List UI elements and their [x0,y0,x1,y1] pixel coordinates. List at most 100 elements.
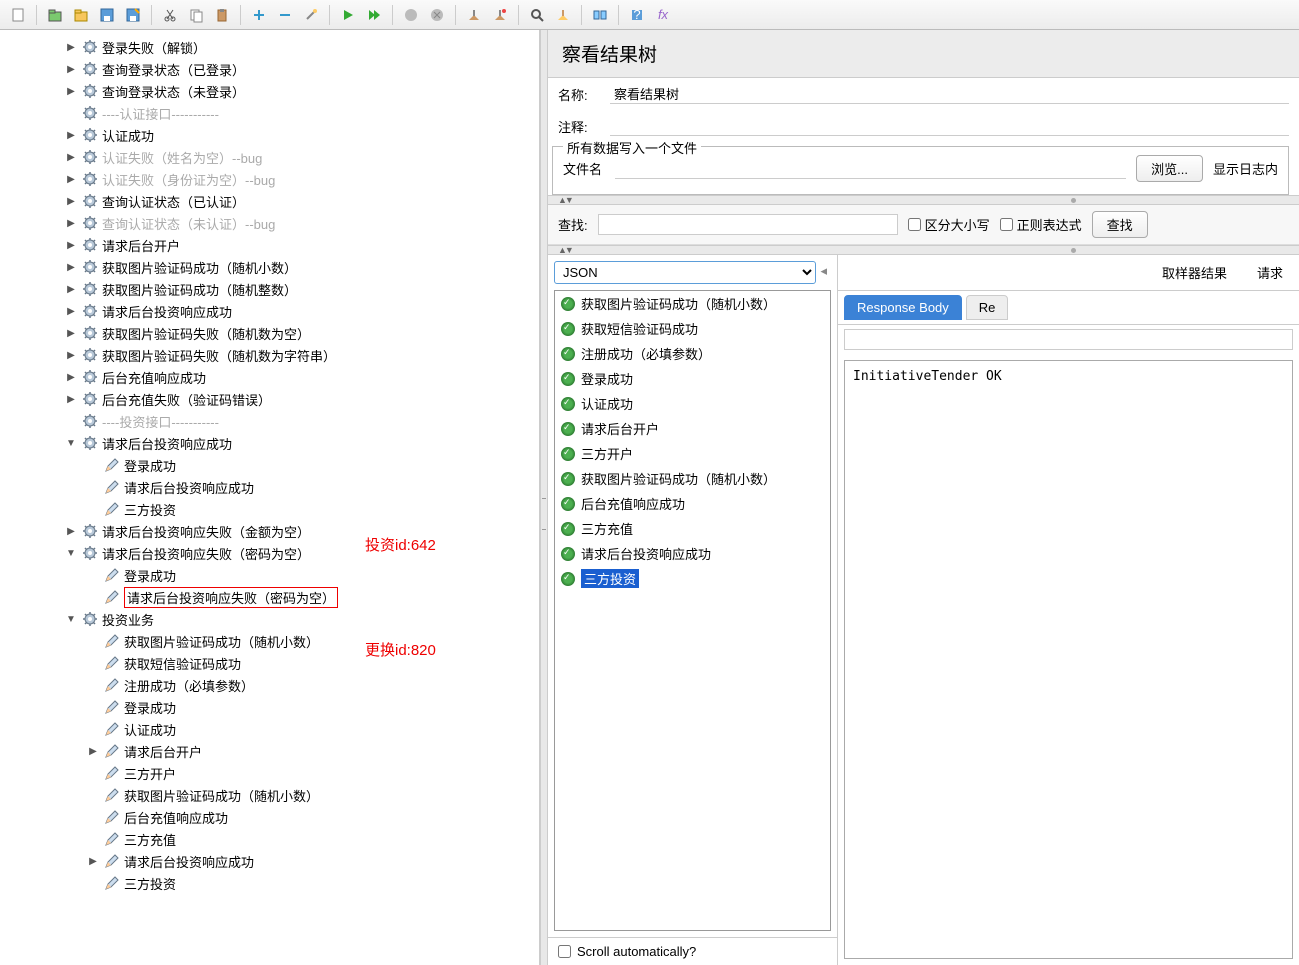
panel-splitter[interactable] [540,30,548,965]
wand-button[interactable] [299,3,323,27]
expand-chevron-icon[interactable]: ▶ [64,304,78,318]
minus-button[interactable] [273,3,297,27]
tree-node[interactable]: 获取短信验证码成功 [0,652,539,674]
expand-chevron-icon[interactable]: ▶ [64,128,78,142]
tree-node[interactable]: 三方投资 [0,498,539,520]
expand-chevron-icon[interactable]: ▶ [64,326,78,340]
cut-button[interactable] [158,3,182,27]
tree-node[interactable]: ▼请求后台投资响应成功 [0,432,539,454]
result-item[interactable]: 获取图片验证码成功（随机小数） [555,466,830,491]
expand-chevron-icon[interactable]: ▶ [86,744,100,758]
test-plan-tree[interactable]: ▶登录失败（解锁）▶查询登录状态（已登录）▶查询登录状态（未登录）----认证接… [0,30,539,914]
tree-node[interactable]: ▶登录失败（解锁） [0,36,539,58]
plus-button[interactable] [247,3,271,27]
stop-button[interactable] [399,3,423,27]
tree-node[interactable]: ▶获取图片验证码成功（随机整数） [0,278,539,300]
run-all-button[interactable] [362,3,386,27]
expand-chevron-icon[interactable]: ▶ [64,392,78,406]
tree-node[interactable]: ▶请求后台投资响应成功 [0,300,539,322]
expand-chevron-icon[interactable]: ▶ [86,854,100,868]
tab-request[interactable]: 请求 [1247,259,1293,286]
result-item[interactable]: 获取图片验证码成功（随机小数） [555,291,830,316]
browse-button[interactable]: 浏览... [1136,155,1203,182]
expand-chevron-icon[interactable]: ▼ [64,436,78,450]
tree-node[interactable]: 三方开户 [0,762,539,784]
paste-button[interactable] [210,3,234,27]
tree-node[interactable]: 请求后台投资响应失败（密码为空） [0,586,539,608]
expand-chevron-icon[interactable]: ▶ [64,524,78,538]
tab-response-headers[interactable]: Re [966,295,1009,320]
tree-node[interactable]: ▶请求后台开户 [0,740,539,762]
tree-node[interactable]: 注册成功（必填参数） [0,674,539,696]
save-button[interactable] [95,3,119,27]
expand-chevron-icon[interactable]: ▶ [64,62,78,76]
tree-node[interactable]: ▶后台充值失败（验证码错误） [0,388,539,410]
tree-node[interactable]: ▶后台充值响应成功 [0,366,539,388]
filename-input[interactable] [615,159,1126,179]
tab-response-body[interactable]: Response Body [844,295,962,320]
clear-all-button[interactable] [488,3,512,27]
tab-sampler-result[interactable]: 取样器结果 [1152,259,1237,286]
tree-node[interactable]: ▶获取图片验证码失败（随机数为空） [0,322,539,344]
tree-node[interactable]: ▶认证失败（姓名为空）--bug [0,146,539,168]
tree-node[interactable]: ▶获取图片验证码成功（随机小数） [0,256,539,278]
expand-chevron-icon[interactable]: ▶ [64,84,78,98]
expand-chevron-icon[interactable]: ▶ [64,150,78,164]
tree-node[interactable]: 登录成功 [0,454,539,476]
result-item[interactable]: 注册成功（必填参数） [555,341,830,366]
name-input[interactable] [610,84,1289,104]
tree-node[interactable]: 请求后台投资响应成功 [0,476,539,498]
response-filter-input[interactable] [844,329,1293,350]
comment-input[interactable] [610,116,1289,136]
regex-checkbox[interactable]: 正则表达式 [1000,215,1082,234]
result-item[interactable]: 三方投资 [555,566,830,591]
function-button[interactable]: fx [651,3,675,27]
tree-node[interactable]: ▼请求后台投资响应失败（密码为空） [0,542,539,564]
expand-chevron-icon[interactable]: ▶ [64,282,78,296]
tree-node[interactable]: 登录成功 [0,696,539,718]
expand-chevron-icon[interactable]: ▶ [64,194,78,208]
tree-node[interactable]: ▶查询认证状态（未认证）--bug [0,212,539,234]
tree-node[interactable]: ▶查询登录状态（未登录） [0,80,539,102]
expand-chevron-icon[interactable]: ▼ [64,546,78,560]
copy-button[interactable] [184,3,208,27]
result-item[interactable]: 三方开户 [555,441,830,466]
stop-all-button[interactable] [425,3,449,27]
tree-node[interactable]: ▶请求后台投资响应失败（金额为空） [0,520,539,542]
open-template-button[interactable] [43,3,67,27]
tree-node[interactable]: 获取图片验证码成功（随机小数） [0,630,539,652]
expand-chevron-icon[interactable]: ▶ [64,370,78,384]
result-item[interactable]: 认证成功 [555,391,830,416]
case-sensitive-checkbox[interactable]: 区分大小写 [908,215,990,234]
tree-node[interactable]: ▶请求后台投资响应成功 [0,850,539,872]
save-as-button[interactable] [121,3,145,27]
search-button[interactable]: 查找 [1092,211,1148,238]
tree-node[interactable]: 三方充值 [0,828,539,850]
toggle-button[interactable] [588,3,612,27]
expand-chevron-icon[interactable]: ▶ [64,348,78,362]
expand-chevron-icon[interactable]: ▼ [64,612,78,626]
result-item[interactable]: 登录成功 [555,366,830,391]
result-item[interactable]: 三方充值 [555,516,830,541]
tree-node[interactable]: ----投资接口----------- [0,410,539,432]
render-format-select[interactable]: JSON [554,261,816,284]
clear-search-button[interactable] [551,3,575,27]
expand-chevron-icon[interactable]: ▶ [64,40,78,54]
scroll-auto-checkbox[interactable] [558,945,571,958]
expand-chevron-icon[interactable]: ▶ [64,216,78,230]
open-button[interactable] [69,3,93,27]
expand-chevron-icon[interactable]: ▶ [64,260,78,274]
tree-node[interactable]: 认证成功 [0,718,539,740]
clear-button[interactable] [462,3,486,27]
tree-node[interactable]: ▶获取图片验证码失败（随机数为字符串） [0,344,539,366]
result-item[interactable]: 请求后台投资响应成功 [555,541,830,566]
tree-node[interactable]: ----认证接口----------- [0,102,539,124]
result-item[interactable]: 获取短信验证码成功 [555,316,830,341]
tree-node[interactable]: 三方投资 [0,872,539,894]
help-button[interactable]: ? [625,3,649,27]
search-button[interactable] [525,3,549,27]
search-input[interactable] [598,214,898,235]
run-button[interactable] [336,3,360,27]
sample-results-list[interactable]: 获取图片验证码成功（随机小数）获取短信验证码成功注册成功（必填参数）登录成功认证… [554,290,831,931]
tree-node[interactable]: ▶请求后台开户 [0,234,539,256]
